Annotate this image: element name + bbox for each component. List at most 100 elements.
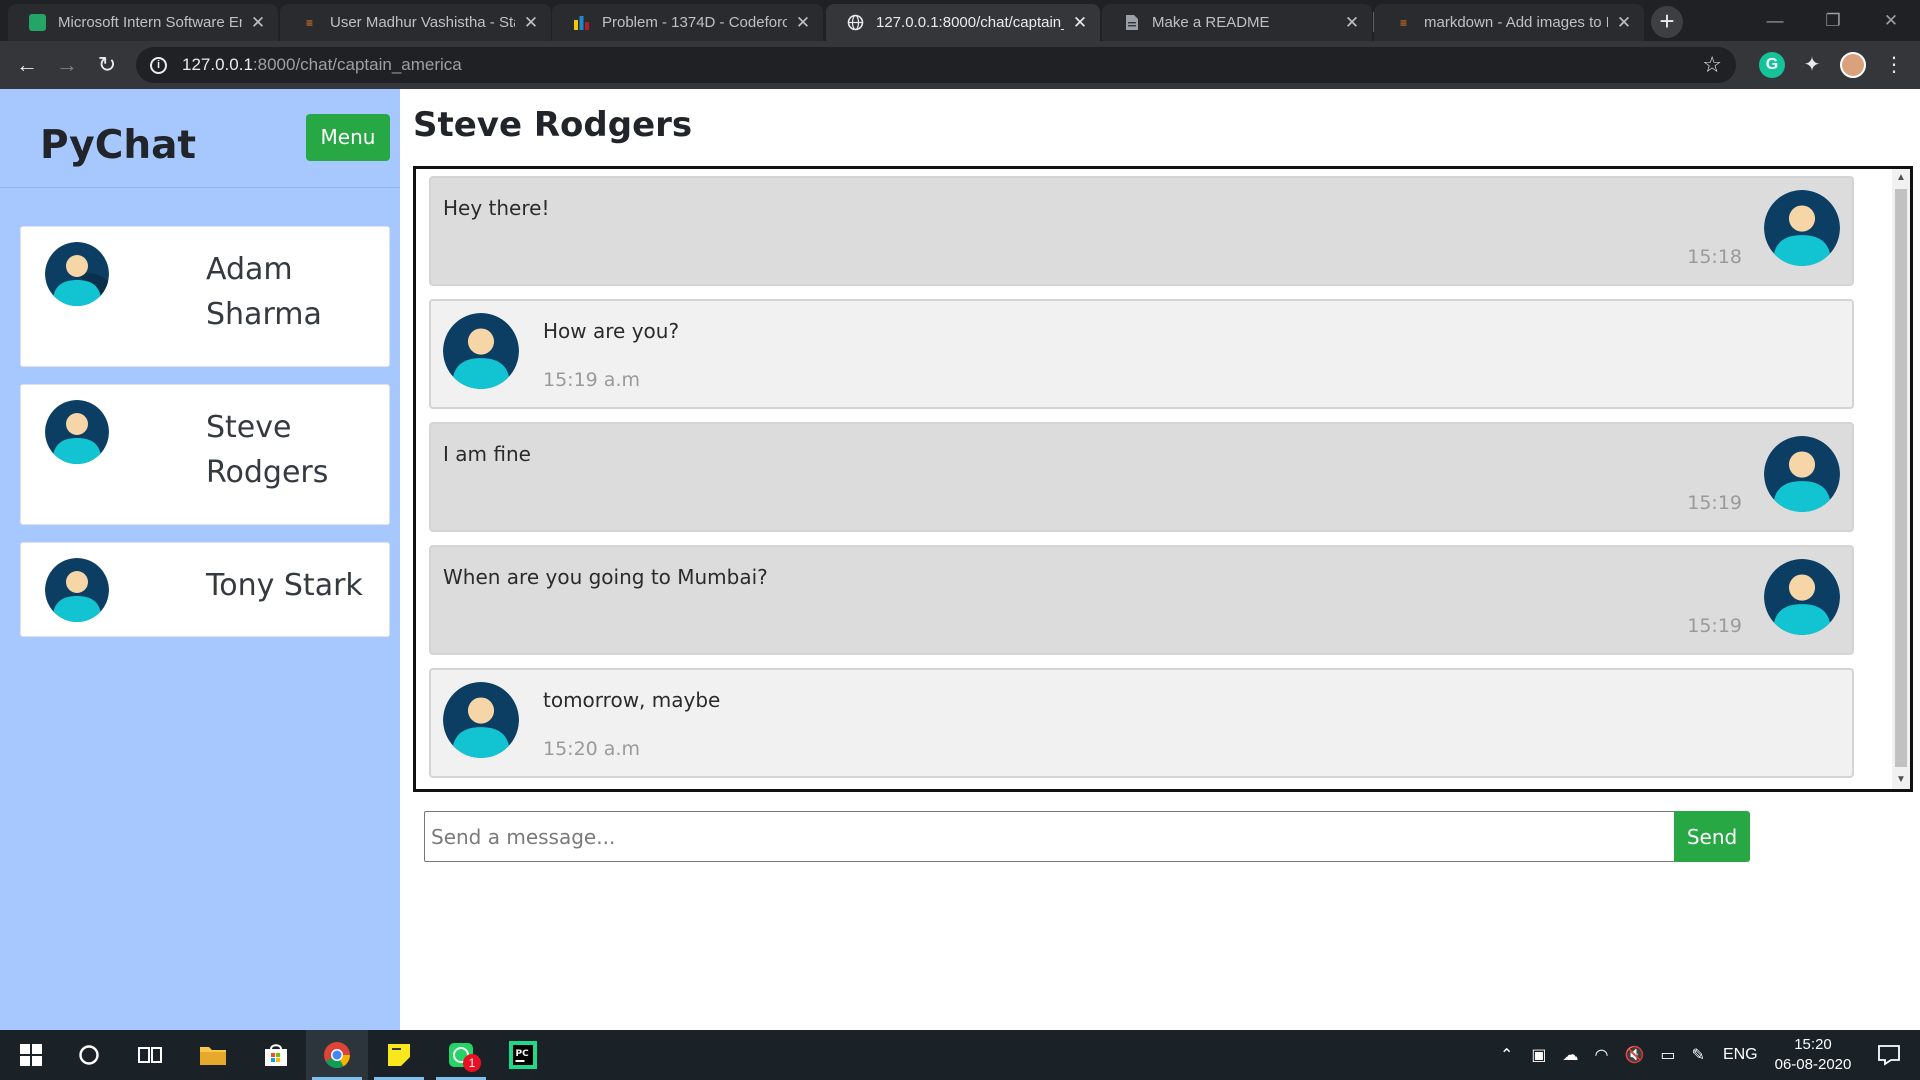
message-time: 15:18: [1687, 246, 1742, 268]
send-button[interactable]: Send: [1674, 811, 1750, 862]
contact-card-steve-rodgers[interactable]: Steve Rodgers: [20, 384, 390, 525]
user-avatar-icon: [1764, 436, 1840, 512]
tab-microsoft-intern[interactable]: Microsoft Intern Software En ✕: [8, 4, 278, 41]
task-view-icon[interactable]: [119, 1030, 181, 1080]
url-host: 127.0.0.1: [182, 55, 253, 74]
tab-pychat-active[interactable]: 127.0.0.1:8000/chat/captain_ ✕: [826, 4, 1100, 41]
browser-toolbar: ← → ↻ i 127.0.0.1:8000/chat/captain_amer…: [0, 41, 1920, 89]
scrollbar-thumb[interactable]: [1895, 189, 1907, 767]
chat-messages-panel[interactable]: Hey there! 15:18 How are you? 15:19 a.m …: [413, 166, 1913, 792]
tab-codeforces[interactable]: Problem - 1374D - Codeforc ✕: [552, 4, 823, 41]
wifi-icon[interactable]: ◠: [1595, 1045, 1609, 1065]
back-arrow-icon[interactable]: ←: [10, 48, 44, 82]
new-tab-button[interactable]: +: [1651, 6, 1683, 38]
user-avatar-icon: [45, 558, 109, 622]
onedrive-cloud-icon[interactable]: ☁: [1563, 1045, 1579, 1065]
tab-make-readme[interactable]: Make a README ✕: [1102, 4, 1372, 41]
system-tray: ⌃ ▣ ☁ ◠ 🔇 ▭ ✎ ENG: [1500, 1030, 1758, 1080]
document-icon: [1123, 14, 1140, 31]
user-avatar-icon: [45, 400, 109, 464]
taskbar-clock[interactable]: 15:20 06-08-2020: [1768, 1035, 1858, 1075]
sidebar-header: PyChat Menu: [0, 89, 400, 188]
contact-name: Tony Stark: [206, 568, 363, 603]
message-received: How are you? 15:19 a.m: [429, 299, 1854, 409]
profile-avatar[interactable]: [1840, 52, 1866, 78]
user-avatar-icon: [1764, 190, 1840, 266]
message-input[interactable]: [424, 811, 1674, 862]
globe-icon: [847, 14, 864, 31]
pen-icon[interactable]: ✎: [1692, 1045, 1705, 1065]
tab-stackoverflow-user[interactable]: ≡ User Madhur Vashistha - Stac ✕: [280, 4, 551, 41]
grammarly-icon[interactable]: G: [1759, 52, 1785, 78]
address-bar[interactable]: i 127.0.0.1:8000/chat/captain_america ☆: [136, 47, 1736, 83]
message-time: 15:19: [1687, 615, 1742, 637]
scroll-down-arrow-icon[interactable]: ▼: [1892, 771, 1910, 789]
extensions-puzzle-icon[interactable]: ✦: [1799, 52, 1825, 78]
message-composer: Send: [424, 811, 1750, 862]
store-icon[interactable]: [245, 1030, 307, 1080]
show-hidden-icons-chevron-icon[interactable]: ⌃: [1500, 1045, 1513, 1065]
user-avatar-icon: [443, 682, 519, 758]
close-icon[interactable]: ✕: [521, 13, 541, 33]
notifications-icon[interactable]: [1858, 1030, 1920, 1080]
close-icon[interactable]: ✕: [793, 13, 813, 33]
language-indicator[interactable]: ENG: [1723, 1046, 1758, 1064]
whatsapp-icon[interactable]: 1: [430, 1030, 492, 1080]
user-avatar-icon: [45, 242, 109, 306]
url-path: :8000/chat/captain_america: [252, 55, 462, 74]
tab-label: Make a README: [1152, 14, 1270, 31]
message-received: tomorrow, maybe 15:20 a.m: [429, 668, 1854, 778]
stackoverflow-icon: ≡: [1399, 15, 1407, 30]
pychat-page: PyChat Menu Adam Sharma Steve Rodgers To…: [0, 89, 1920, 1030]
user-avatar-icon: [1764, 559, 1840, 635]
close-icon[interactable]: ✕: [248, 13, 268, 33]
cortana-circle-icon[interactable]: [58, 1030, 120, 1080]
message-text: tomorrow, maybe: [543, 688, 721, 712]
reload-icon[interactable]: ↻: [90, 48, 124, 82]
message-sent: Hey there! 15:18: [429, 176, 1854, 286]
restore-icon[interactable]: ❐: [1804, 0, 1862, 41]
window-controls: — ❐ ✕: [1746, 0, 1920, 41]
close-window-icon[interactable]: ✕: [1862, 0, 1920, 41]
speaker-muted-icon[interactable]: 🔇: [1625, 1045, 1645, 1065]
forward-arrow-icon[interactable]: →: [50, 48, 84, 82]
windows-taskbar: 1 PC ⌃ ▣ ☁ ◠ 🔇 ▭ ✎ ENG 15:20 06-08-2020: [0, 1030, 1920, 1080]
close-icon[interactable]: ✕: [1070, 13, 1090, 33]
message-time: 15:19 a.m: [543, 369, 640, 391]
chat-scrollbar[interactable]: ▲ ▼: [1892, 169, 1910, 789]
security-icon[interactable]: ▣: [1531, 1045, 1546, 1065]
brand-logo-text: PyChat: [40, 123, 197, 168]
svg-text:PC: PC: [516, 1049, 530, 1059]
pycharm-icon[interactable]: PC: [492, 1030, 554, 1080]
message-text: Hey there!: [443, 196, 550, 220]
tab-label: User Madhur Vashistha - Stac: [330, 14, 515, 31]
contact-card-adam-sharma[interactable]: Adam Sharma: [20, 226, 390, 367]
codeforces-icon: [573, 14, 590, 31]
contact-name: Adam Sharma: [206, 252, 322, 332]
battery-icon[interactable]: ▭: [1660, 1045, 1675, 1065]
info-icon[interactable]: i: [150, 56, 167, 74]
clock-date: 06-08-2020: [1774, 1056, 1852, 1073]
message-time: 15:20 a.m: [543, 738, 640, 760]
menu-button[interactable]: Menu: [306, 114, 390, 161]
screen: Microsoft Intern Software En ✕ ≡ User Ma…: [0, 0, 1920, 1080]
bookmark-star-icon[interactable]: ☆: [1702, 52, 1722, 78]
more-vertical-icon[interactable]: ⋮: [1881, 52, 1907, 78]
chrome-icon[interactable]: [306, 1030, 368, 1080]
windows-start-icon[interactable]: [0, 1030, 62, 1080]
close-icon[interactable]: ✕: [1342, 13, 1362, 33]
contact-card-tony-stark[interactable]: Tony Stark: [20, 542, 390, 637]
file-explorer-icon[interactable]: [182, 1030, 244, 1080]
tab-label: markdown - Add images to R: [1424, 14, 1608, 31]
minimize-icon[interactable]: —: [1746, 0, 1804, 41]
message-time: 15:19: [1687, 492, 1742, 514]
contact-name: Steve Rodgers: [206, 410, 329, 490]
message-sent: When are you going to Mumbai? 15:19: [429, 545, 1854, 655]
sheets-icon: [29, 14, 46, 31]
close-icon[interactable]: ✕: [1614, 13, 1634, 33]
sticky-notes-icon[interactable]: [368, 1030, 430, 1080]
stackoverflow-icon: ≡: [305, 15, 313, 30]
message-sent: I am fine 15:19: [429, 422, 1854, 532]
tab-markdown-images[interactable]: ≡ markdown - Add images to R ✕: [1374, 4, 1644, 41]
scroll-up-arrow-icon[interactable]: ▲: [1892, 169, 1910, 187]
